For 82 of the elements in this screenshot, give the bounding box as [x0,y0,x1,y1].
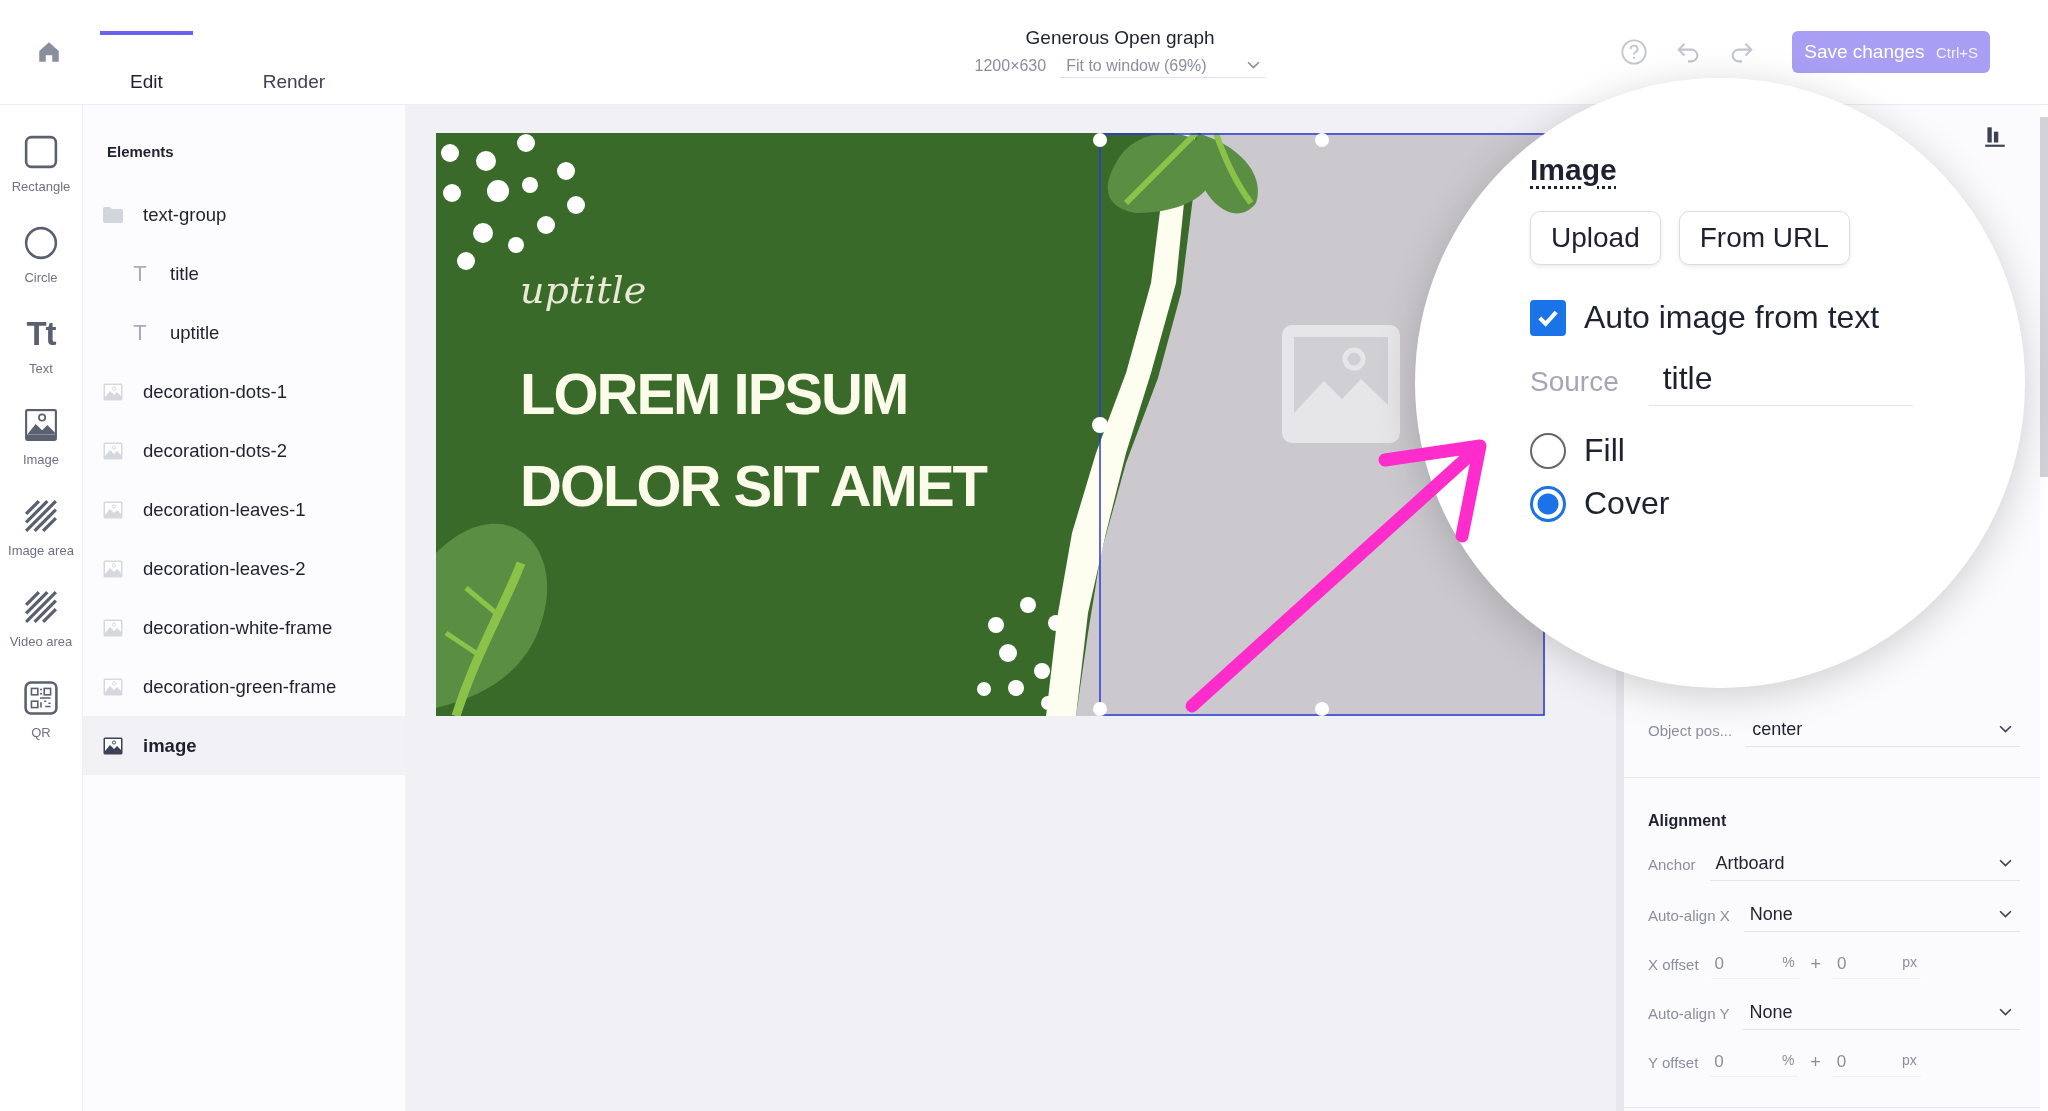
shortcut-hint: Ctrl+S [1935,44,1978,61]
dropdown-field[interactable]: center [1746,714,2020,747]
resize-handle[interactable] [1093,133,1107,147]
section-heading: Alignment [1648,812,1728,830]
field-label: Source [1530,366,1619,399]
uptitle-text: uptitle [520,268,648,312]
panel-heading: Image [1530,153,1617,187]
checkbox-label: Auto image from text [1584,299,1880,336]
radio-button[interactable] [1530,432,1566,469]
square-icon [24,135,58,169]
text-icon: T [130,260,150,287]
layer-item[interactable]: decoration-dots-2 [83,421,405,480]
source-button[interactable]: From URL [1678,211,1850,265]
text-icon: T [130,319,150,346]
artboard-size: 1200×630 [974,57,1047,75]
image-icon [103,677,123,696]
layer-item[interactable]: decoration-green-frame [83,657,405,716]
field-label: Anchor [1648,856,1696,873]
layer-item[interactable]: T title [83,244,405,303]
plus-sign: + [1810,954,1822,975]
unit-label: % [1781,1052,1795,1070]
layer-item[interactable]: image [83,716,405,775]
document-title: Generous Open graph [1025,26,1215,49]
layer-item[interactable]: decoration-leaves-2 [83,539,405,598]
image-icon [103,559,123,578]
image-icon [103,441,123,460]
resize-handle[interactable] [1315,702,1329,716]
circle-tool[interactable]: Circle [24,226,58,317]
qr-code-icon [24,681,58,715]
dropdown-field[interactable]: None [1743,899,2020,932]
field-label: Y offset [1648,1054,1699,1071]
folder-icon [103,205,123,224]
dropdown-field[interactable]: None [1743,997,2020,1030]
plus-sign: + [1810,1052,1821,1073]
chevron-icon [1999,909,2012,919]
resize-handle[interactable] [1092,417,1108,433]
layer-item[interactable]: decoration-white-frame [83,598,405,657]
tab[interactable]: Render [232,31,356,104]
chevron-icon [1999,724,2012,734]
image-tool[interactable]: Image [22,408,60,499]
text-tool[interactable]: Tt Text [26,317,56,408]
hatched-area-icon [24,590,58,624]
image-icon [103,500,123,519]
circle-icon [24,226,58,260]
unit-label: px [1902,1052,1917,1070]
qr-tool[interactable]: QR [24,681,58,772]
scrollbar[interactable] [2040,117,2048,477]
chevron-icon [1999,1007,2012,1017]
panel-heading: Elements [106,143,175,162]
resize-handle[interactable] [1093,702,1107,716]
image-icon [103,736,123,755]
field-label: Object pos... [1648,722,1733,739]
title-text: LOREM IPSUM [520,360,908,428]
chevron-icon [1246,61,1260,70]
chevron-icon [1999,858,2012,868]
image-placeholder-icon [1282,325,1400,443]
unit-label: % [1782,954,1795,972]
resize-handle[interactable] [1315,133,1329,147]
text-icon: Tt [26,317,56,351]
image-icon [103,618,123,637]
source-button[interactable]: Upload [1530,211,1661,265]
field-label: Auto-align Y [1648,1005,1730,1022]
source-field[interactable]: title [1648,360,1913,406]
image-area-tool[interactable]: Image area [8,499,74,590]
layer-item[interactable]: decoration-dots-1 [83,362,405,421]
unit-label: px [1902,954,1918,972]
field-label: X offset [1648,956,1699,973]
layer-item[interactable]: T uptitle [83,303,405,362]
rectangle-tool[interactable]: Rectangle [11,135,71,226]
layer-item[interactable]: decoration-leaves-1 [83,480,405,539]
image-icon [24,408,58,442]
hatched-area-icon [24,499,58,533]
field-label: Auto-align X [1648,907,1730,924]
checkbox[interactable] [1530,299,1566,336]
radio-button[interactable] [1530,485,1566,522]
dropdown-field[interactable]: Artboard [1709,848,2020,881]
radio-label: Cover [1584,485,1670,522]
radio-label: Fill [1584,432,1625,469]
image-icon [103,382,123,401]
video-area-tool[interactable]: Video area [9,590,73,681]
layer-item[interactable]: text-group [83,185,405,244]
title-text: DOLOR SIT AMET [520,452,987,520]
